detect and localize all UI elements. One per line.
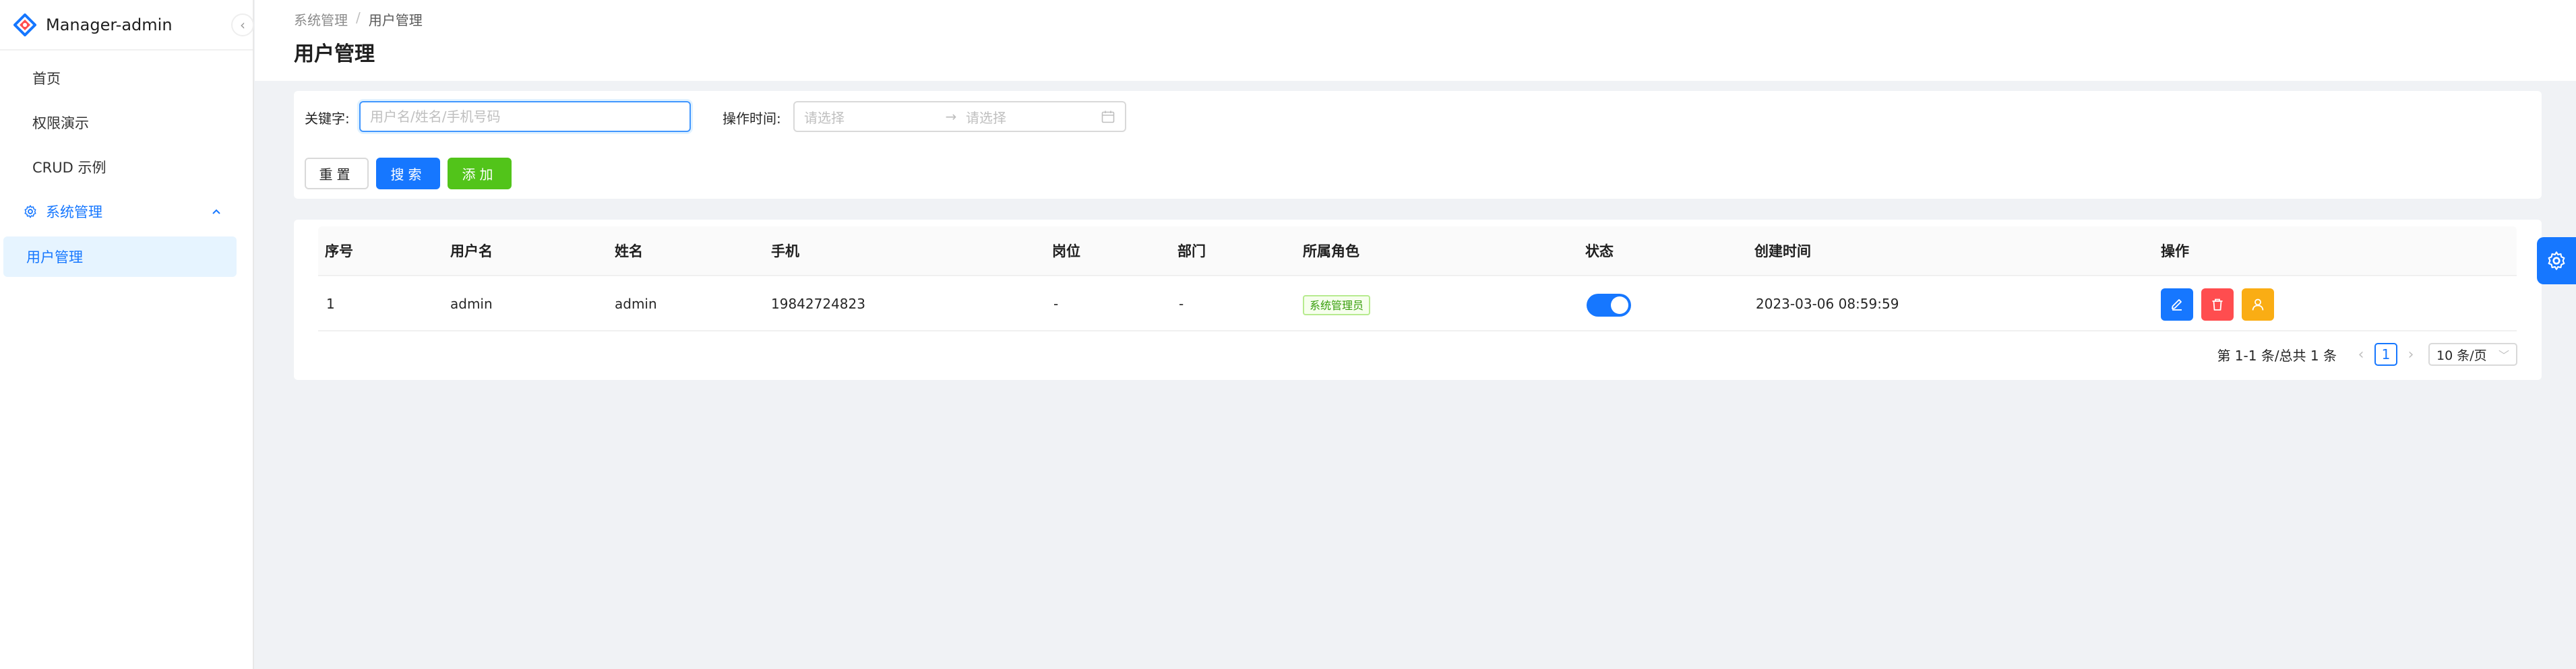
page-header: 系统管理 / 用户管理 用户管理 [255,0,2576,81]
add-user-button[interactable]: 添加 [448,158,512,189]
sidebar: Manager-admin ‹ 首页 权限演示 CRUD 示例 系统管理 用户管… [0,0,254,669]
page-size-value: 10 条/页 [2436,348,2487,363]
sidebar-item-label: 用户管理 [26,249,83,265]
chevron-up-icon [210,205,223,218]
cell-dept: - [1179,296,1184,312]
app-title: Manager-admin [46,15,173,34]
sidebar-item-label: 权限演示 [32,115,89,131]
delete-button[interactable] [2201,288,2234,321]
user-icon [2252,298,2264,311]
cell-phone: 19842724823 [771,296,865,312]
sidebar-menu: 首页 权限演示 CRUD 示例 系统管理 用户管理 [0,51,253,277]
column-header-dept: 部门 [1177,243,1206,259]
arrow-right-icon: → [945,108,957,125]
assign-role-button[interactable] [2242,288,2274,321]
edit-icon [2172,299,2182,311]
breadcrumb-item[interactable]: 系统管理 [294,9,348,29]
chevron-left-icon[interactable]: ‹ [2352,346,2370,363]
sidebar-item-crud-demo[interactable]: CRUD 示例 [3,148,250,187]
sidebar-item-label: 首页 [32,71,61,87]
cell-post: - [1053,296,1059,312]
gear-icon [2548,251,2565,270]
cell-role: 系统管理员 [1303,276,1371,331]
breadcrumb-separator: / [356,9,361,26]
sidebar-group-label: 系统管理 [46,204,102,220]
status-toggle[interactable] [1587,294,1631,317]
cell-username: admin [450,296,493,312]
settings-drawer-button[interactable] [2537,237,2576,284]
edit-button[interactable] [2161,288,2193,321]
toggle-knob [1611,296,1628,314]
role-tag: 系统管理员 [1303,294,1371,315]
table-row: 1 admin admin 19842724823 - - 系统管理员 2023… [318,276,2517,331]
gear-icon [23,204,38,219]
chevron-right-icon[interactable]: › [2401,346,2420,363]
page-title: 用户管理 [294,42,375,66]
chevron-down-icon: ﹀ [2498,349,2509,362]
logo-row: Manager-admin ‹ [0,0,254,51]
breadcrumb: 系统管理 / 用户管理 [294,9,2576,29]
column-header-post: 岗位 [1052,243,1080,259]
chevron-left-icon: ‹ [240,17,245,33]
start-date-input[interactable]: 请选择 [804,107,939,127]
sidebar-item-user-management[interactable]: 用户管理 [3,236,237,277]
cell-index: 1 [326,296,335,312]
reset-button[interactable]: 重置 [305,158,369,189]
cell-created: 2023-03-06 08:59:59 [1756,296,1899,312]
column-header-actions: 操作 [2161,243,2189,259]
calendar-icon [1101,109,1115,124]
column-header-created: 创建时间 [1754,243,1811,259]
page-number-button[interactable]: 1 [2374,343,2397,366]
table-header: 序号 用户名 姓名 手机 岗位 部门 所属角色 状态 创建时间 操作 [318,226,2517,276]
keyword-label: 关键字: [305,110,350,127]
sidebar-collapse-button[interactable]: ‹ [231,13,254,36]
column-header-role: 所属角色 [1303,243,1359,259]
trash-icon [2212,298,2223,311]
logo-icon [13,13,36,36]
end-date-input[interactable]: 请选择 [966,107,1101,127]
column-header-name: 姓名 [615,243,643,259]
sidebar-group-system[interactable]: 系统管理 [3,192,250,231]
column-header-index: 序号 [325,243,353,259]
sidebar-item-home[interactable]: 首页 [3,59,250,98]
search-button[interactable]: 搜索 [376,158,440,189]
user-table: 序号 用户名 姓名 手机 岗位 部门 所属角色 状态 创建时间 操作 1 adm… [318,226,2517,331]
user-table-panel: 序号 用户名 姓名 手机 岗位 部门 所属角色 状态 创建时间 操作 1 adm… [294,220,2542,380]
sidebar-item-label: CRUD 示例 [32,160,106,176]
sidebar-item-permission-demo[interactable]: 权限演示 [3,103,250,142]
column-header-phone: 手机 [771,243,799,259]
pagination: 第 1-1 条/总共 1 条 ‹ 1 › 10 条/页 ﹀ [2217,341,2517,368]
date-range-picker[interactable]: 请选择 → 请选择 [793,101,1126,132]
time-label: 操作时间: [723,110,781,127]
search-panel: 关键字: 操作时间: 请选择 → 请选择 重置 搜索 添加 [294,91,2542,199]
page-size-select[interactable]: 10 条/页 ﹀ [2428,343,2517,366]
pagination-total: 第 1-1 条/总共 1 条 [2217,347,2337,364]
column-header-username: 用户名 [450,243,493,259]
cell-name: admin [615,296,657,312]
breadcrumb-current: 用户管理 [368,12,423,28]
column-header-status: 状态 [1585,243,1614,259]
keyword-search-input[interactable] [359,101,691,132]
